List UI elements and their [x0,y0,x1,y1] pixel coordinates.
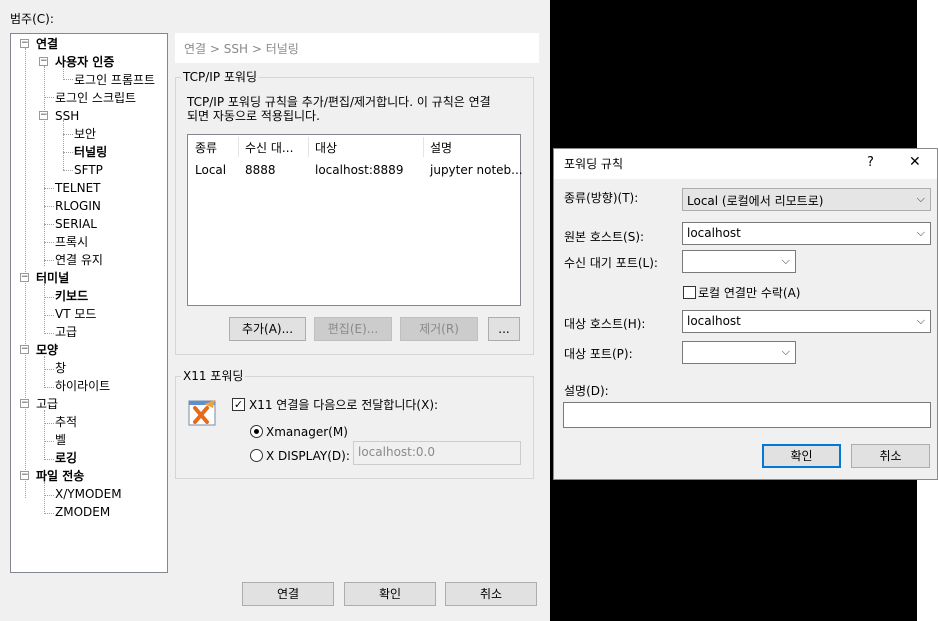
local-only-label[interactable]: 로컬 연결만 수락(A) [698,286,800,300]
tree-item-appearance[interactable]: 모양 [36,343,58,357]
source-host-value: localhost [687,226,741,240]
cancel-button[interactable]: 취소 [445,582,537,606]
tree-item-login-prompt[interactable]: 로그인 프롬프트 [74,73,155,87]
tree-item-file-transfer[interactable]: 파일 전송 [36,469,84,483]
tree-item-serial[interactable]: SERIAL [55,217,97,231]
tree-item-xymodem[interactable]: X/YMODEM [55,487,122,501]
rule-cancel-button[interactable]: 취소 [851,444,930,468]
type-label: 종류(방향)(T): [564,191,639,205]
listen-port-label: 수신 대기 포트(L): [564,256,658,270]
forwarding-rule-dialog: 포워딩 규칙 ? ✕ 종류(방향)(T): Local (로컬에서 리모트로) … [553,148,938,480]
remove-rule-button[interactable]: 제거(R) [400,317,478,341]
xdisplay-radio[interactable] [250,449,263,462]
tree-item-security[interactable]: 보안 [74,127,96,141]
column-header-type[interactable]: 종류 [195,141,217,155]
chevron-down-icon: ⌵ [916,192,925,205]
description-input[interactable] [563,402,931,428]
tree-item-connection[interactable]: 연결 [36,37,58,51]
dest-host-label: 대상 호스트(H): [564,317,646,331]
column-header-listen[interactable]: 수신 대... [245,141,293,155]
column-header-description[interactable]: 설명 [430,141,452,155]
expander-advanced-icon[interactable]: − [20,399,29,408]
chevron-down-icon: ⌵ [781,254,790,267]
rule-dialog-title: 포워딩 규칙 [564,157,624,171]
expander-file-transfer-icon[interactable]: − [20,471,29,480]
category-label: 범주(C): [10,12,54,26]
tree-item-login-script[interactable]: 로그인 스크립트 [55,91,136,105]
tree-item-bell[interactable]: 벨 [55,433,66,447]
tree-item-logging[interactable]: 로깅 [55,451,77,465]
column-header-destination[interactable]: 대상 [315,141,337,155]
xdisplay-input[interactable]: localhost:0.0 [353,441,521,465]
x11-forwarding-title: X11 포워딩 [181,369,246,383]
tree-item-terminal[interactable]: 터미널 [36,271,69,285]
close-icon[interactable]: ✕ [909,155,921,169]
x11-forward-label[interactable]: X11 연결을 다음으로 전달합니다(X): [249,398,438,412]
x11-forward-checkbox[interactable]: ✓ [232,398,245,411]
expander-connection-icon[interactable]: − [20,39,29,48]
source-host-label: 원본 호스트(S): [564,230,645,244]
tree-item-zmodem[interactable]: ZMODEM [55,505,110,519]
tree-item-highlight[interactable]: 하이라이트 [55,379,110,393]
tree-item-rlogin[interactable]: RLOGIN [55,199,101,213]
expander-terminal-icon[interactable]: − [20,273,29,282]
add-rule-button[interactable]: 추가(A)... [229,317,306,341]
cell-listen-port: 8888 [245,163,276,177]
xdisplay-radio-label[interactable]: X DISPLAY(D): [266,449,350,463]
dest-host-combo[interactable]: localhost ⌵ [682,310,931,333]
tree-item-ssh[interactable]: SSH [55,109,79,123]
tree-item-user-auth[interactable]: 사용자 인증 [55,55,114,69]
tree-item-keyboard[interactable]: 키보드 [55,289,88,303]
cell-destination: localhost:8889 [315,163,404,177]
expander-auth-icon[interactable]: − [39,57,48,66]
tree-item-telnet[interactable]: TELNET [55,181,101,195]
connect-button[interactable]: 연결 [242,582,334,606]
source-host-combo[interactable]: localhost ⌵ [682,222,931,245]
tree-item-terminal-advanced[interactable]: 고급 [55,325,77,339]
help-icon[interactable]: ? [867,156,874,170]
dest-port-label: 대상 포트(P): [564,347,633,361]
tree-item-vt-mode[interactable]: VT 모드 [55,307,96,321]
chevron-down-icon: ⌵ [781,345,790,358]
rule-ok-button[interactable]: 확인 [762,444,841,468]
tree-item-trace[interactable]: 추적 [55,415,77,429]
dest-host-value: localhost [687,314,741,328]
type-select-value: Local (로컬에서 리모트로) [687,194,824,208]
tree-item-advanced[interactable]: 고급 [36,397,58,411]
tcpip-description-line1: TCP/IP 포워딩 규칙을 추가/편집/제거합니다. 이 규칙은 연결 [187,95,491,109]
expander-appearance-icon[interactable]: − [20,345,29,354]
tree-item-window[interactable]: 창 [55,361,66,375]
tcpip-description-line2: 되면 자동으로 적용됩니다. [187,109,320,123]
breadcrumb: 연결 > SSH > 터널링 [175,33,539,63]
tcpip-forwarding-title: TCP/IP 포워딩 [181,70,259,84]
cell-type: Local [195,163,227,177]
local-only-checkbox[interactable] [683,286,696,299]
expander-ssh-icon[interactable]: − [39,111,48,120]
tree-item-proxy[interactable]: 프록시 [55,235,88,249]
chevron-down-icon: ⌵ [916,314,925,327]
xmanager-radio[interactable] [250,425,263,438]
type-select[interactable]: Local (로컬에서 리모트로) ⌵ [682,188,931,211]
xmanager-icon [187,396,219,428]
tree-item-tunneling[interactable]: 터널링 [74,145,107,159]
tree-item-sftp[interactable]: SFTP [74,163,103,177]
more-button[interactable]: ... [488,317,520,341]
description-label: 설명(D): [564,384,609,398]
session-properties-dialog: 범주(C): − − − − − − − 연결 사용자 인증 로그인 프롬프트 … [0,0,550,621]
tree-item-keepalive[interactable]: 연결 유지 [55,253,103,267]
forwarding-rules-table[interactable]: 종류 수신 대... 대상 설명 Local 8888 localhost:88… [187,134,523,306]
xmanager-radio-label[interactable]: Xmanager(M) [266,425,348,439]
dest-port-combo[interactable]: ⌵ [682,341,796,364]
edit-rule-button[interactable]: 편집(E)... [314,317,392,341]
category-tree[interactable]: − − − − − − − 연결 사용자 인증 로그인 프롬프트 로그인 스크립… [10,33,168,573]
ok-button[interactable]: 확인 [344,582,436,606]
cell-description: jupyter noteb... [430,163,523,177]
chevron-down-icon: ⌵ [916,226,925,239]
listen-port-combo[interactable]: ⌵ [682,250,796,273]
table-row[interactable]: Local 8888 localhost:8889 jupyter noteb.… [188,159,523,179]
rule-dialog-titlebar[interactable]: 포워딩 규칙 ? ✕ [554,149,937,179]
